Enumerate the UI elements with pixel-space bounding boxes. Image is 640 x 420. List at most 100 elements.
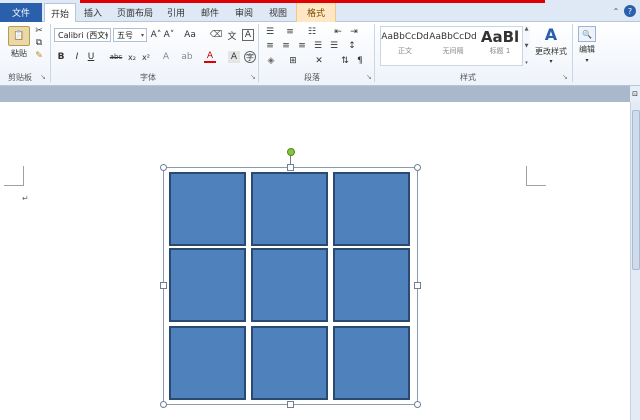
styles-scroll[interactable]: ▲ ▼ ▾	[522, 26, 530, 66]
margin-corner-mark	[526, 166, 546, 186]
view-ruler-icon[interactable]: ⊡	[630, 86, 640, 102]
ruler-area	[0, 86, 630, 102]
resize-handle-left[interactable]	[160, 282, 167, 289]
font-launcher-icon[interactable]: ↘	[250, 73, 256, 81]
change-styles-icon[interactable]: A	[540, 24, 562, 44]
style-name: 无间隔	[442, 47, 464, 55]
style-sample: AaBl	[480, 28, 520, 46]
shape-square[interactable]	[251, 172, 328, 246]
decrease-indent-icon[interactable]: ⇤	[332, 26, 344, 38]
chevron-down-icon[interactable]: ▾	[582, 56, 592, 64]
shape-square[interactable]	[251, 326, 328, 400]
sort-icon[interactable]: ⇅	[338, 55, 352, 67]
copy-icon[interactable]: ⧉	[34, 38, 44, 48]
tab-mailings[interactable]: 邮件	[196, 3, 224, 22]
chevron-down-icon[interactable]: ▼	[525, 43, 529, 49]
resize-handle-top-right[interactable]	[414, 164, 421, 171]
tab-home[interactable]: 开始	[44, 3, 76, 23]
resize-handle-top[interactable]	[287, 164, 294, 171]
resize-handle-bottom[interactable]	[287, 401, 294, 408]
show-marks-icon[interactable]: ¶	[354, 55, 366, 67]
clear-format-icon[interactable]: ⌫	[210, 29, 223, 41]
shape-square[interactable]	[251, 248, 328, 322]
bullets-icon[interactable]: ☰	[264, 26, 276, 38]
shape-square[interactable]	[333, 248, 410, 322]
align-left-icon[interactable]: ≡	[264, 40, 276, 52]
tab-page-layout[interactable]: 页面布局	[112, 3, 158, 22]
align-right-icon[interactable]: ≡	[296, 40, 308, 52]
group-divider	[374, 24, 375, 82]
superscript-button[interactable]: x²	[140, 51, 152, 63]
phonetic-guide-icon[interactable]: 文	[226, 29, 238, 42]
chevron-up-icon[interactable]: ▲	[525, 26, 529, 32]
char-shading-icon[interactable]: A	[228, 51, 240, 63]
font-name-select[interactable]: Calibri (西文) ▾	[54, 28, 111, 42]
resize-handle-right[interactable]	[414, 282, 421, 289]
group-divider	[50, 24, 51, 82]
enclose-char-icon[interactable]: 字	[244, 51, 256, 63]
borders-icon[interactable]: ⊞	[286, 55, 300, 67]
style-normal[interactable]: AaBbCcDd 正文	[381, 28, 428, 62]
shape-square[interactable]	[169, 326, 246, 400]
editing-button[interactable]: 编辑	[576, 44, 598, 54]
shape-square[interactable]	[169, 172, 246, 246]
styles-launcher-icon[interactable]: ↘	[562, 73, 568, 81]
resize-handle-top-left[interactable]	[160, 164, 167, 171]
tab-view[interactable]: 视图	[264, 3, 292, 22]
text-effects-icon[interactable]: A	[160, 51, 172, 63]
increase-indent-icon[interactable]: ⇥	[348, 26, 360, 38]
char-border-icon[interactable]: A	[242, 29, 254, 41]
shading-icon[interactable]: ◈	[264, 55, 278, 67]
grow-font-icon[interactable]: A˄	[150, 29, 162, 41]
justify-icon[interactable]: ☰	[312, 40, 324, 52]
minimize-ribbon-icon[interactable]: ⌃	[610, 5, 622, 17]
margin-corner-mark	[4, 166, 24, 186]
scroll-thumb[interactable]	[632, 110, 640, 270]
line-spacing-icon[interactable]: ↕	[346, 40, 358, 52]
style-no-spacing[interactable]: AaBbCcDd 无间隔	[429, 28, 476, 62]
change-case-icon[interactable]: Aa	[182, 29, 198, 41]
tab-insert[interactable]: 插入	[78, 3, 108, 22]
tab-format[interactable]: 格式	[296, 3, 336, 22]
font-size-value: 五号	[117, 30, 133, 40]
clipboard-launcher-icon[interactable]: ↘	[40, 73, 46, 81]
chevron-down-icon: ▾	[140, 31, 144, 39]
clipboard-group-label: 剪贴板	[8, 73, 32, 82]
font-size-select[interactable]: 五号 ▾	[113, 28, 147, 42]
paste-icon[interactable]: 📋	[8, 26, 30, 46]
shape-square[interactable]	[333, 172, 410, 246]
help-icon[interactable]: ?	[624, 5, 636, 17]
italic-button[interactable]: I	[72, 51, 82, 63]
bold-button[interactable]: B	[56, 51, 66, 63]
group-divider	[258, 24, 259, 82]
numbering-icon[interactable]: ≡	[284, 26, 296, 38]
rotate-handle[interactable]	[287, 148, 295, 156]
shape-square[interactable]	[169, 248, 246, 322]
highlight-icon[interactable]: ab	[180, 51, 194, 63]
resize-handle-bottom-left[interactable]	[160, 401, 167, 408]
format-painter-icon[interactable]: ✎	[34, 51, 44, 61]
tab-file[interactable]: 文件	[0, 3, 42, 22]
shape-square[interactable]	[333, 326, 410, 400]
subscript-button[interactable]: x₂	[126, 51, 138, 63]
more-styles-icon[interactable]: ▾	[525, 60, 528, 66]
font-color-icon[interactable]: A	[204, 51, 216, 63]
strikethrough-button[interactable]: abc	[108, 51, 124, 63]
cut-icon[interactable]: ✂	[34, 26, 44, 36]
resize-handle-bottom-right[interactable]	[414, 401, 421, 408]
underline-button[interactable]: U	[86, 51, 96, 63]
shrink-font-icon[interactable]: A˅	[163, 29, 175, 41]
distributed-icon[interactable]: ☰	[328, 40, 340, 52]
vertical-scrollbar[interactable]	[630, 102, 640, 420]
change-styles-button[interactable]: 更改样式	[532, 46, 570, 56]
paste-label[interactable]: 粘贴	[6, 48, 32, 58]
tab-review[interactable]: 审阅	[230, 3, 258, 22]
chevron-down-icon[interactable]: ▾	[546, 57, 556, 65]
find-icon[interactable]: 🔍	[578, 26, 596, 42]
multilevel-list-icon[interactable]: ☷	[306, 26, 318, 38]
tab-references[interactable]: 引用	[162, 3, 190, 22]
chinese-layout-icon[interactable]: ✕	[312, 55, 326, 67]
paragraph-launcher-icon[interactable]: ↘	[366, 73, 372, 81]
align-center-icon[interactable]: ≡	[280, 40, 292, 52]
style-heading-1[interactable]: AaBl 标题 1	[478, 28, 522, 62]
